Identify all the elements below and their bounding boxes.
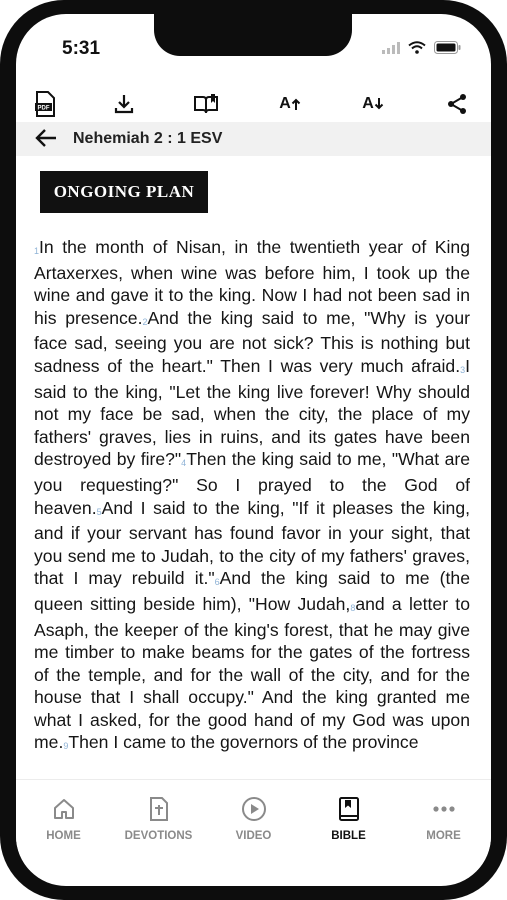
tab-bible[interactable]: BIBLE — [301, 780, 396, 850]
play-icon — [206, 794, 301, 824]
pdf-icon[interactable]: PDF — [29, 88, 61, 120]
font-increase-icon[interactable]: A — [274, 88, 306, 120]
book-bookmark-icon[interactable] — [190, 88, 222, 120]
status-time: 5:31 — [62, 38, 101, 59]
phone-frame: 5:31 PDF A A Nehemiah 2: 1 ESV ONGOING … — [0, 0, 507, 900]
verse-text: Then I came to the governors of the prov… — [68, 732, 419, 753]
wifi-icon — [408, 41, 426, 59]
verse-text: and a letter to Asaph, the keeper of the… — [34, 593, 470, 753]
verse-number: 4 — [181, 458, 187, 469]
verse-number: 1 — [34, 246, 40, 256]
verse-number: 9 — [63, 741, 69, 752]
bottom-tab-bar: HOME DEVOTIONS VIDEO BIBLE MORE — [16, 779, 491, 870]
tab-bible-label: BIBLE — [331, 830, 366, 842]
download-icon[interactable] — [108, 88, 140, 120]
tab-video-label: VIDEO — [235, 830, 272, 842]
verse-number: 8 — [350, 602, 356, 613]
camera-notch — [154, 14, 352, 56]
status-icons — [382, 41, 461, 59]
tab-devotions-label: DEVOTIONS — [124, 830, 193, 842]
devotions-icon — [111, 794, 206, 824]
back-arrow-icon[interactable] — [34, 127, 60, 151]
tab-video[interactable]: VIDEO — [206, 780, 301, 850]
font-increase-label: A — [279, 95, 291, 112]
verse-number: 5 — [96, 506, 102, 517]
font-decrease-icon[interactable]: A — [357, 88, 389, 120]
verse-number: 6 — [214, 577, 220, 588]
chapter-navbar: Nehemiah 2 : 1 ESV — [16, 122, 491, 156]
home-icon — [16, 794, 111, 824]
ongoing-plan-button[interactable]: ONGOING PLAN — [40, 171, 208, 213]
tab-devotions[interactable]: DEVOTIONS — [111, 780, 206, 850]
scripture-text: 1In the month of Nisan, in the twentieth… — [34, 236, 470, 778]
svg-text:PDF: PDF — [38, 106, 50, 112]
tab-home[interactable]: HOME — [16, 780, 111, 850]
tab-more-label: MORE — [426, 830, 461, 842]
battery-icon — [434, 41, 461, 59]
tab-home-label: HOME — [46, 830, 81, 842]
reader-toolbar: PDF A A — [16, 84, 491, 124]
verse-number: 3 — [460, 364, 466, 375]
tab-more[interactable]: MORE — [396, 780, 491, 850]
verse-number: 2 — [142, 316, 148, 327]
signal-icon — [382, 41, 400, 59]
bible-icon — [301, 794, 396, 824]
font-decrease-label: A — [362, 95, 374, 112]
more-icon — [396, 794, 491, 824]
app-screen: 5:31 PDF A A Nehemiah 2: 1 ESV ONGOING … — [16, 14, 491, 886]
share-icon[interactable] — [441, 88, 473, 120]
chapter-title[interactable]: Nehemiah 2 : 1 ESV — [73, 130, 222, 148]
